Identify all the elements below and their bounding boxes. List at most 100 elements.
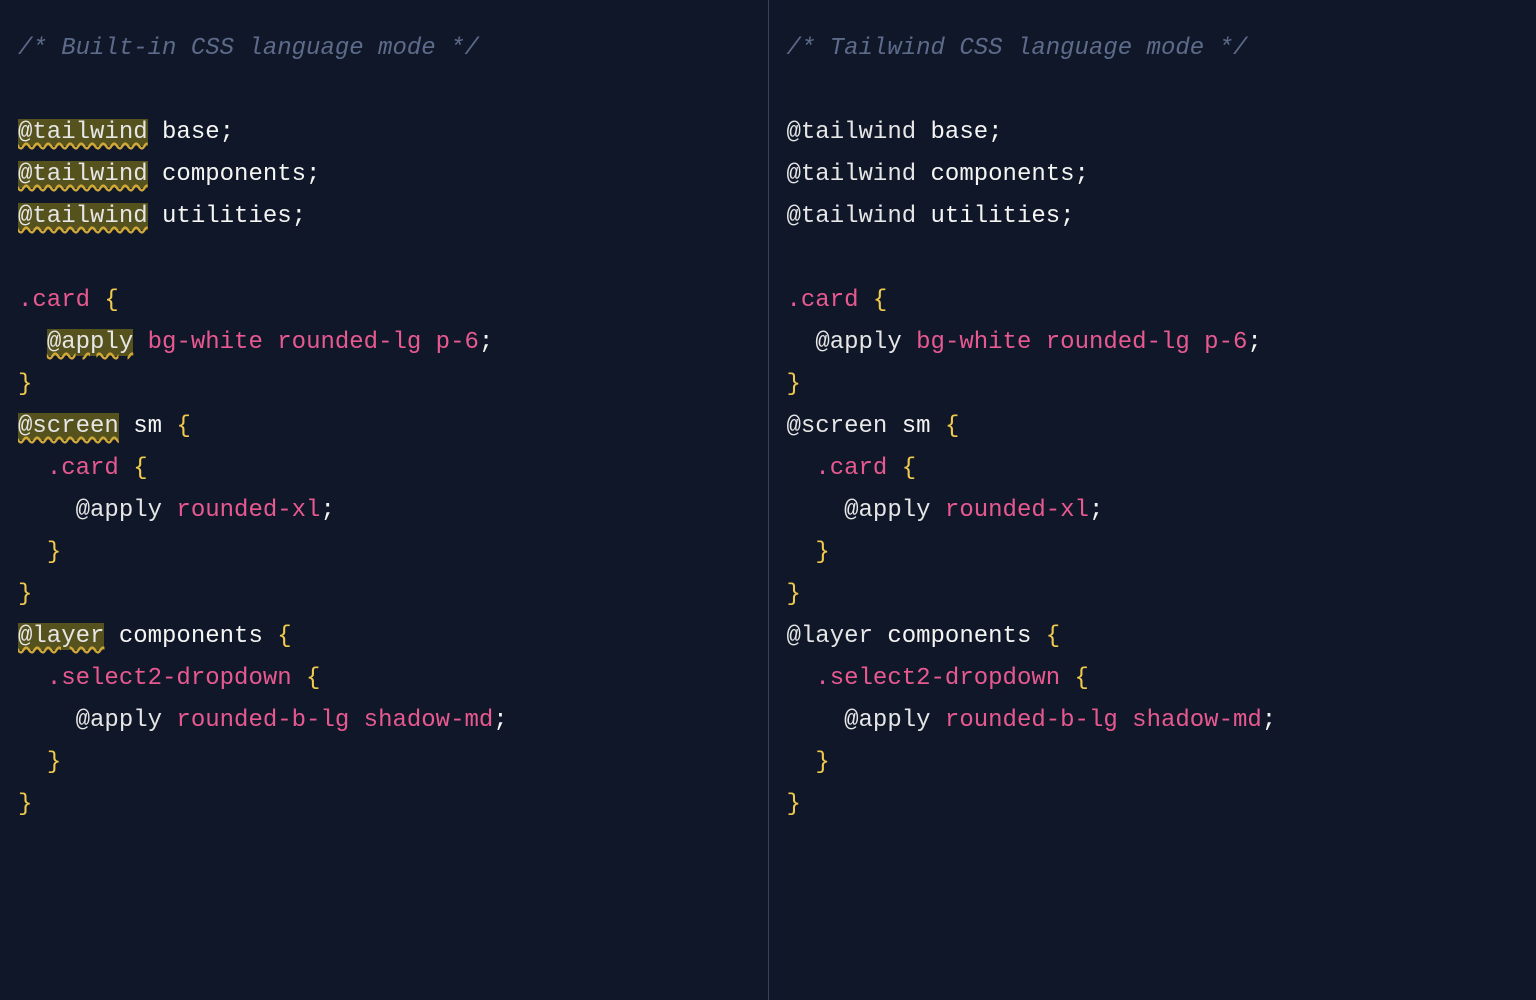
code-line: @tailwind components; [787, 154, 1519, 196]
code-text: components; [148, 161, 321, 188]
semicolon: ; [1089, 497, 1103, 524]
indent [18, 455, 47, 482]
code-line: @apply rounded-b-lg shadow-md; [18, 700, 750, 742]
brace-close: } [18, 791, 32, 818]
at-apply: @apply [844, 707, 930, 734]
brace-open: { [1046, 623, 1060, 650]
code-line: .card { [18, 280, 750, 322]
at-tailwind-warning: @tailwind [18, 119, 148, 146]
code-line: @tailwind base; [18, 112, 750, 154]
indent [787, 749, 816, 776]
code-line: @layer components { [787, 616, 1519, 658]
code-line: @tailwind components; [18, 154, 750, 196]
indent [787, 539, 816, 566]
code-line: /* Built-in CSS language mode */ [18, 28, 750, 70]
code-line: } [787, 532, 1519, 574]
code-line: @screen sm { [787, 406, 1519, 448]
code-text: base; [148, 119, 234, 146]
selector-text: .select2-dropdown [47, 665, 292, 692]
code-line: @apply rounded-b-lg shadow-md; [787, 700, 1519, 742]
brace-close: } [18, 371, 32, 398]
indent [18, 329, 47, 356]
at-screen-warning: @screen [18, 413, 119, 440]
code-text: base; [916, 119, 1002, 146]
at-apply: @apply [844, 497, 930, 524]
at-layer-warning: @layer [18, 623, 104, 650]
brace-close: } [787, 791, 801, 818]
at-tailwind: @tailwind [787, 203, 917, 230]
code-text: components [873, 623, 1046, 650]
code-line: @apply rounded-xl; [18, 490, 750, 532]
code-line: .select2-dropdown { [787, 658, 1519, 700]
brace-close: } [18, 581, 32, 608]
code-line: .card { [787, 448, 1519, 490]
brace-close: } [47, 539, 61, 566]
at-apply: @apply [815, 329, 901, 356]
brace-open: { [277, 623, 291, 650]
indent [18, 665, 47, 692]
brace-open: { [859, 287, 888, 314]
at-tailwind-warning: @tailwind [18, 161, 148, 188]
brace-open: { [90, 287, 119, 314]
code-text: sm [119, 413, 177, 440]
code-line: @apply bg-white rounded-lg p-6; [18, 322, 750, 364]
split-view: /* Built-in CSS language mode */ @tailwi… [0, 0, 1536, 1000]
code-line: } [18, 574, 750, 616]
blank-line [18, 238, 750, 280]
code-text: components; [916, 161, 1089, 188]
brace-open: { [119, 455, 148, 482]
at-apply: @apply [76, 497, 162, 524]
code-line: } [787, 574, 1519, 616]
brace-open: { [176, 413, 190, 440]
semicolon: ; [493, 707, 507, 734]
at-apply-warning: @apply [47, 329, 133, 356]
left-pane[interactable]: /* Built-in CSS language mode */ @tailwi… [0, 0, 768, 1000]
blank-line [18, 70, 750, 112]
indent [18, 497, 76, 524]
selector-text: .card [815, 455, 887, 482]
code-line: @tailwind utilities; [18, 196, 750, 238]
code-line: } [787, 784, 1519, 826]
code-line: } [787, 742, 1519, 784]
semicolon: ; [1247, 329, 1261, 356]
brace-close: } [47, 749, 61, 776]
right-pane[interactable]: /* Tailwind CSS language mode */ @tailwi… [769, 0, 1536, 1000]
semicolon: ; [1262, 707, 1276, 734]
at-tailwind-warning: @tailwind [18, 203, 148, 230]
code-line: @tailwind utilities; [787, 196, 1519, 238]
semicolon: ; [479, 329, 493, 356]
code-text: sm [887, 413, 945, 440]
at-tailwind: @tailwind [787, 119, 917, 146]
code-line: } [18, 532, 750, 574]
indent [787, 455, 816, 482]
at-tailwind: @tailwind [787, 161, 917, 188]
code-line: @screen sm { [18, 406, 750, 448]
at-apply: @apply [76, 707, 162, 734]
code-line: @apply rounded-xl; [787, 490, 1519, 532]
selector-text: .card [787, 287, 859, 314]
indent [18, 539, 47, 566]
utility-text: rounded-b-lg shadow-md [931, 707, 1262, 734]
comment-text: /* Tailwind CSS language mode */ [787, 35, 1248, 62]
brace-close: } [815, 749, 829, 776]
utility-text: rounded-xl [162, 497, 320, 524]
code-line: } [18, 742, 750, 784]
brace-open: { [945, 413, 959, 440]
brace-close: } [815, 539, 829, 566]
code-text: components [104, 623, 277, 650]
selector-text: .select2-dropdown [815, 665, 1060, 692]
indent [787, 497, 845, 524]
utility-text: rounded-xl [931, 497, 1089, 524]
brace-close: } [787, 581, 801, 608]
utility-text: rounded-b-lg shadow-md [162, 707, 493, 734]
brace-close: } [787, 371, 801, 398]
blank-line [787, 238, 1519, 280]
selector-text: .card [47, 455, 119, 482]
code-line: } [787, 364, 1519, 406]
blank-line [787, 70, 1519, 112]
code-line: } [18, 364, 750, 406]
semicolon: ; [320, 497, 334, 524]
selector-text: .card [18, 287, 90, 314]
utility-text: bg-white rounded-lg p-6 [133, 329, 479, 356]
comment-text: /* Built-in CSS language mode */ [18, 35, 479, 62]
